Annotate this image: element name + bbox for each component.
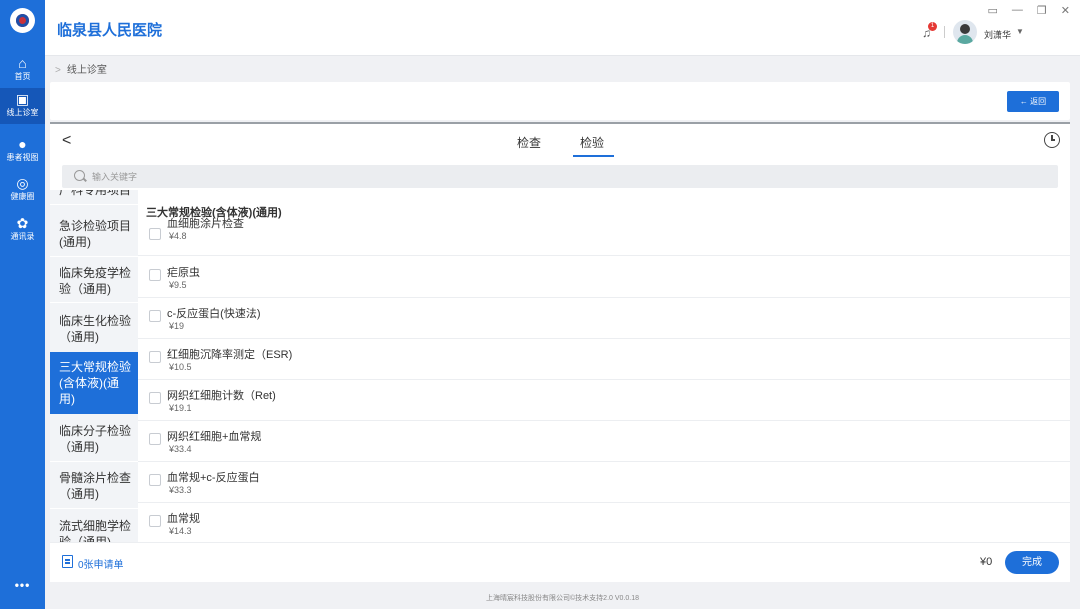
history-icon[interactable] <box>1044 132 1060 148</box>
category-item[interactable]: 流式细胞学检验（通用) <box>50 518 138 544</box>
consult-icon: ▣ <box>15 91 30 107</box>
return-button[interactable]: ← 返回 <box>1007 91 1059 112</box>
patient-icon: ● <box>18 136 27 152</box>
test-checkbox[interactable] <box>149 474 161 486</box>
test-name: 血常规 <box>167 513 200 525</box>
chevron-left-icon[interactable]: < <box>62 132 71 150</box>
test-name: c-反应蛋白(快速法) <box>167 308 261 320</box>
notification-badge: 1 <box>928 22 937 31</box>
search-bar <box>62 165 1058 188</box>
test-price: ¥9.5 <box>169 280 187 290</box>
test-checkbox[interactable] <box>149 310 161 322</box>
search-icon <box>74 170 85 181</box>
test-item[interactable]: 疟原虫 ¥9.5 <box>138 257 1070 298</box>
search-input[interactable] <box>92 169 992 184</box>
app-logo <box>10 8 35 33</box>
rail-item-home[interactable]: ⌂ 首页 <box>0 52 45 88</box>
contacts-icon: ✿ <box>16 215 29 231</box>
folder-icon[interactable]: ▭ <box>988 4 998 17</box>
breadcrumb: > 线上诊室 <box>55 61 107 76</box>
test-name: 红细胞沉降率测定（ESR) <box>167 349 293 361</box>
tab-lab-test[interactable]: 检验 <box>580 134 604 151</box>
test-checkbox[interactable] <box>149 392 161 404</box>
request-count[interactable]: 0张申请单 <box>78 556 124 571</box>
test-checkbox[interactable] <box>149 515 161 527</box>
test-price: ¥19.1 <box>169 403 192 413</box>
test-item[interactable]: 血细胞涂片检查 ¥4.8 <box>138 216 1070 256</box>
test-name: 血常规+c-反应蛋白 <box>167 472 260 484</box>
left-rail: ⌂ 首页 ▣ 线上诊室 ● 患者视图 ◎ 健康圈 ✿ 通讯录 ••• <box>0 0 45 609</box>
test-checkbox[interactable] <box>149 351 161 363</box>
test-name: 血细胞涂片检查 <box>167 218 244 230</box>
category-item[interactable]: 临床免疫学检验（通用) <box>50 265 138 297</box>
window-controls: ▭ — ❐ ✕ <box>988 4 1071 17</box>
category-item-active[interactable]: 三大常规检验(含体液)(通用) <box>50 352 138 414</box>
test-price: ¥10.5 <box>169 362 192 372</box>
test-price: ¥33.3 <box>169 485 192 495</box>
avatar[interactable] <box>953 20 977 44</box>
app-title: 临泉县人民医院 <box>57 22 163 39</box>
breadcrumb-current: 线上诊室 <box>66 65 107 76</box>
rail-item-label: 线上诊室 <box>6 108 39 117</box>
category-item[interactable]: 急诊检验项目(通用) <box>50 218 138 250</box>
close-icon[interactable]: ✕ <box>1061 4 1070 17</box>
chevron-right-icon: > <box>55 65 61 76</box>
done-button[interactable]: 完成 <box>1005 551 1059 574</box>
test-price: ¥19 <box>169 321 185 331</box>
rail-item-health-circle[interactable]: ◎ 健康圈 <box>0 172 45 208</box>
rail-item-online-consult[interactable]: ▣ 线上诊室 <box>0 88 45 124</box>
category-item[interactable]: 广科专用项目 <box>50 190 138 202</box>
home-icon: ⌂ <box>18 55 27 71</box>
category-list: 广科专用项目 急诊检验项目(通用) 临床免疫学检验（通用) 临床生化检验（通用)… <box>50 190 138 544</box>
user-name[interactable]: 刘潇华 <box>984 28 1011 41</box>
test-item[interactable]: 红细胞沉降率测定（ESR) ¥10.5 <box>138 339 1070 380</box>
test-checkbox[interactable] <box>149 269 161 281</box>
test-item[interactable]: 血常规 ¥14.3 <box>138 503 1070 544</box>
category-item[interactable]: 临床分子检验（通用) <box>50 423 138 455</box>
test-name: 疟原虫 <box>167 267 200 279</box>
header-divider <box>944 26 945 38</box>
test-price: ¥33.4 <box>169 444 192 454</box>
minimize-icon[interactable]: — <box>1012 4 1023 17</box>
test-checkbox[interactable] <box>149 433 161 445</box>
category-item[interactable]: 临床生化检验（通用) <box>50 313 138 345</box>
active-tab-indicator <box>573 155 614 157</box>
toolbar-panel: ← 返回 <box>50 82 1070 120</box>
total-price: ¥0 <box>980 556 993 568</box>
category-item[interactable]: 骨髓涂片检查（通用) <box>50 470 138 502</box>
rail-item-label: 首页 <box>14 72 31 81</box>
chevron-down-icon[interactable]: ▼ <box>1016 27 1024 36</box>
lab-order-panel: < 检查 检验 广科专用项目 急诊检验项目(通用) 临床免疫学检验（通用) 临床… <box>50 122 1070 582</box>
test-item[interactable]: 网织红细胞计数（Ret) ¥19.1 <box>138 380 1070 421</box>
request-form-icon[interactable] <box>62 555 73 568</box>
rail-item-label: 通讯录 <box>10 232 35 241</box>
copyright: 上海晴宸科技股份有限公司©技术支持2.0 V0.0.18 <box>486 595 639 602</box>
maximize-icon[interactable]: ❐ <box>1037 4 1047 17</box>
test-name: 网织红细胞计数（Ret) <box>167 390 276 402</box>
test-item[interactable]: 血常规+c-反应蛋白 ¥33.3 <box>138 462 1070 503</box>
test-price: ¥14.3 <box>169 526 192 536</box>
tab-examination[interactable]: 检查 <box>517 134 541 151</box>
rail-item-label: 健康圈 <box>10 192 35 201</box>
more-icon[interactable]: ••• <box>0 578 45 592</box>
test-price: ¥4.8 <box>169 231 187 241</box>
test-checkbox[interactable] <box>149 228 161 240</box>
rail-item-patient-view[interactable]: ● 患者视图 <box>0 133 45 169</box>
health-icon: ◎ <box>16 175 29 191</box>
test-item[interactable]: 网织红细胞+血常规 ¥33.4 <box>138 421 1070 462</box>
rail-item-contacts[interactable]: ✿ 通讯录 <box>0 212 45 248</box>
test-name: 网织红细胞+血常规 <box>167 431 262 443</box>
test-item[interactable]: c-反应蛋白(快速法) ¥19 <box>138 298 1070 339</box>
rail-item-label: 患者视图 <box>6 153 39 162</box>
order-footer: 0张申请单 ¥0 完成 <box>50 542 1070 582</box>
